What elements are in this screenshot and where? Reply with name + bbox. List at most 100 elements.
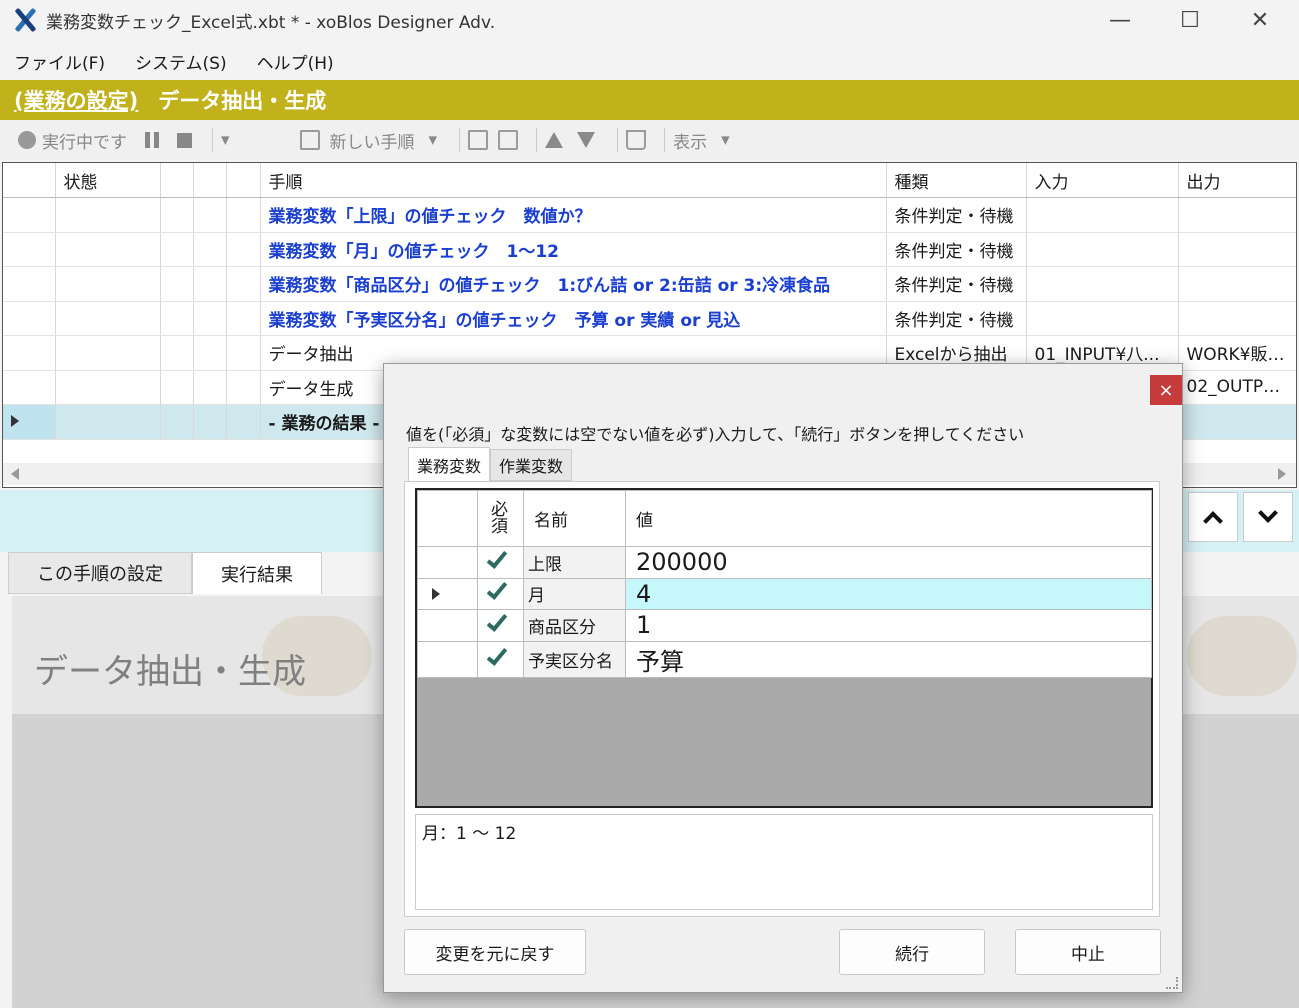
trash-icon[interactable] — [626, 130, 647, 150]
row-pointer-icon — [11, 414, 19, 427]
variable-value-input[interactable]: 4 — [625, 577, 1152, 610]
blank-cell — [193, 197, 227, 233]
variable-row[interactable]: 商品区分 1 — [417, 609, 1152, 642]
blank-cell — [193, 266, 227, 302]
check-icon — [486, 547, 508, 569]
menu-help[interactable]: ヘルプ(H) — [257, 49, 334, 74]
step-cell[interactable]: 業務変数「予実区分名」の値チェック 予算 or 実績 or 見込 — [260, 301, 887, 336]
output-cell: 02_OUTPUT¥ — [1178, 370, 1296, 405]
col-blank — [160, 163, 194, 198]
variable-value-input[interactable]: 予算 — [625, 640, 1152, 678]
col-status[interactable]: 状態 — [55, 163, 161, 198]
row-header-cell[interactable] — [417, 577, 478, 610]
resize-grip[interactable] — [1166, 977, 1178, 989]
dropdown-icon[interactable]: ▾ — [221, 130, 230, 150]
col-step[interactable]: 手順 — [260, 163, 887, 198]
variable-row[interactable]: 上限 200000 — [417, 546, 1152, 579]
row-header-cell[interactable] — [417, 609, 478, 642]
menu-file[interactable]: ファイル(F) — [14, 49, 105, 74]
col-type[interactable]: 種類 — [886, 163, 1027, 198]
new-step-dropdown-icon[interactable]: ▾ — [429, 130, 438, 150]
tab-work-variables[interactable]: 作業変数 — [490, 449, 573, 481]
variable-name: 予実区分名 — [523, 640, 626, 678]
running-status: 実行中です — [42, 132, 127, 153]
row-header-cell[interactable] — [3, 301, 56, 336]
output-cell: WORK¥販売... — [1178, 335, 1296, 371]
table-row[interactable]: 業務変数「上限」の値チェック 数値か？ 条件判定・待機 — [3, 197, 1296, 233]
page-title: データ抽出・生成 — [158, 89, 327, 113]
dialog-close-button[interactable]: × — [1150, 375, 1182, 405]
table-row[interactable]: 業務変数「商品区分」の値チェック 1:びん詰 or 2:缶詰 or 3:冷凍食品… — [3, 266, 1296, 302]
blank-cell — [226, 301, 261, 336]
paste-icon[interactable] — [498, 130, 519, 150]
col-required[interactable]: 必須 — [477, 490, 524, 547]
status-cell — [55, 335, 161, 371]
row-header-cell[interactable] — [3, 404, 56, 440]
variable-row[interactable]: 予実区分名 予算 — [417, 640, 1152, 678]
scroll-left-icon[interactable] — [11, 468, 19, 480]
copy-icon[interactable] — [468, 130, 489, 150]
row-header-cell[interactable] — [3, 370, 56, 405]
step-cell[interactable]: 業務変数「上限」の値チェック 数値か？ — [260, 197, 887, 233]
blank-cell — [226, 370, 261, 405]
col-name[interactable]: 名前 — [523, 490, 626, 547]
row-header-cell[interactable] — [3, 335, 56, 371]
revert-changes-button[interactable]: 変更を元に戻す — [404, 929, 586, 975]
table-row[interactable]: 業務変数「月」の値チェック 1～12 条件判定・待機 — [3, 232, 1296, 267]
status-cell — [55, 301, 161, 336]
tab-step-settings[interactable]: この手順の設定 — [8, 552, 192, 594]
blank-cell — [226, 197, 261, 233]
variable-row-selected[interactable]: 月 4 — [417, 577, 1152, 610]
blank-cell — [160, 404, 194, 440]
blank-cell — [193, 301, 227, 336]
status-cell — [55, 266, 161, 302]
move-up-icon[interactable] — [545, 132, 564, 148]
abort-button[interactable]: 中止 — [1015, 929, 1161, 975]
close-button[interactable]: ✕ — [1225, 0, 1295, 40]
blank-cell — [160, 301, 194, 336]
row-header-cell[interactable] — [3, 232, 56, 267]
col-output[interactable]: 出力 — [1178, 163, 1296, 198]
stop-icon[interactable] — [177, 132, 192, 148]
row-header-cell[interactable] — [417, 546, 478, 579]
input-cell — [1026, 301, 1179, 336]
variables-grid: 必須 名前 値 上限 200000 月 4 商品区分 1 予実区分名 予算 — [415, 488, 1153, 808]
grid-header-row: 状態 手順 種類 入力 出力 — [3, 163, 1296, 198]
section-label[interactable]: (業務の設定) — [14, 85, 138, 115]
continue-button[interactable]: 続行 — [839, 929, 985, 975]
xoblos-logo-icon — [12, 7, 38, 33]
row-header-cell[interactable] — [3, 266, 56, 302]
blank-cell — [160, 335, 194, 371]
row-header-cell[interactable] — [3, 197, 56, 233]
previous-step-button[interactable] — [1188, 492, 1238, 542]
variable-value-input[interactable]: 200000 — [625, 546, 1152, 579]
menu-system[interactable]: システム(S) — [135, 49, 227, 74]
step-cell[interactable]: 業務変数「商品区分」の値チェック 1:びん詰 or 2:缶詰 or 3:冷凍食品 — [260, 266, 887, 302]
tab-run-result[interactable]: 実行結果 — [192, 552, 322, 594]
toolbar-divider — [212, 128, 213, 152]
step-cell[interactable]: 業務変数「月」の値チェック 1～12 — [260, 232, 887, 267]
pause-icon[interactable] — [145, 132, 159, 148]
blank-cell — [226, 266, 261, 302]
table-row[interactable]: 業務変数「予実区分名」の値チェック 予算 or 実績 or 見込 条件判定・待機 — [3, 301, 1296, 336]
variable-value-input[interactable]: 1 — [625, 609, 1152, 642]
type-cell: 条件判定・待機 — [886, 266, 1027, 302]
row-header-cell[interactable] — [417, 640, 478, 678]
view-menu-button[interactable]: 表示 — [673, 128, 707, 153]
maximize-button[interactable]: ☐ — [1155, 0, 1225, 40]
minimize-button[interactable]: — — [1085, 0, 1155, 40]
variables-header-row: 必須 名前 値 — [417, 490, 1152, 547]
col-value[interactable]: 値 — [625, 490, 1152, 547]
move-down-icon[interactable] — [577, 132, 596, 148]
blank-cell — [226, 404, 261, 440]
tab-business-variables[interactable]: 業務変数 — [408, 447, 491, 481]
toolbar-divider — [664, 128, 666, 152]
view-dropdown-icon[interactable]: ▾ — [721, 130, 730, 150]
col-input[interactable]: 入力 — [1026, 163, 1179, 198]
next-step-button[interactable] — [1243, 492, 1293, 542]
new-step-button[interactable]: 新しい手順 — [330, 128, 415, 153]
variable-name: 月 — [523, 577, 626, 610]
scroll-right-icon[interactable] — [1278, 468, 1286, 480]
panel-title: データ抽出・生成 — [34, 652, 306, 692]
new-step-icon[interactable] — [299, 130, 320, 150]
